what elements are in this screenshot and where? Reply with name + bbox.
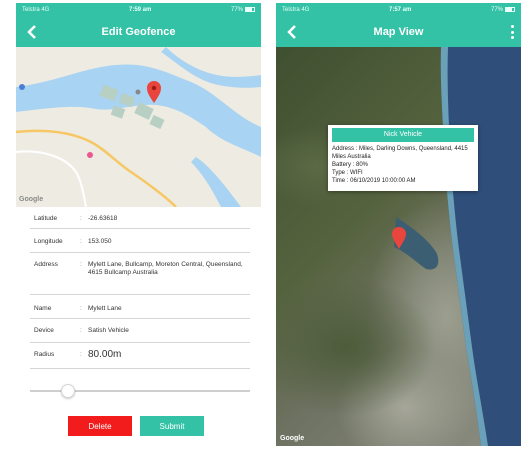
vehicle-time: Time : 06/10/2019 10:00:00 AM xyxy=(332,178,416,184)
radius-field[interactable]: 80.00m xyxy=(88,350,250,360)
status-bar: Telstra 4G 7:57 am 77% xyxy=(276,3,521,17)
vehicle-address: Address : Miles, Darling Downs, Queensla… xyxy=(332,146,468,160)
separator: : xyxy=(80,238,82,245)
map-view-screen: Telstra 4G 7:57 am 77% Map View Nick Veh… xyxy=(276,3,521,446)
page-title: Edit Geofence xyxy=(101,26,176,38)
address-row: Address : Mylett Lane, Bullcamp, Moreton… xyxy=(30,253,250,295)
back-arrow-icon[interactable] xyxy=(24,24,40,40)
address-label: Address xyxy=(34,261,58,268)
carrier-label: Telstra 4G xyxy=(282,7,310,13)
radius-label: Radius xyxy=(34,351,55,358)
device-label: Device xyxy=(34,327,54,334)
more-options-icon[interactable] xyxy=(511,25,515,39)
longitude-label: Longitude xyxy=(34,238,63,245)
battery-indicator: 77% xyxy=(230,6,255,14)
delete-button[interactable]: Delete xyxy=(68,416,132,436)
name-label: Name xyxy=(34,305,52,312)
separator: : xyxy=(80,215,82,222)
battery-percent: 77% xyxy=(230,7,243,14)
vehicle-type: Type : WIFI xyxy=(332,170,363,176)
back-arrow-icon[interactable] xyxy=(284,24,300,40)
map-drawing xyxy=(16,47,261,207)
page-title: Map View xyxy=(373,26,424,38)
google-logo: Google xyxy=(19,196,44,203)
status-time: 7:57 am xyxy=(388,7,412,13)
latitude-label: Latitude xyxy=(34,215,58,222)
slider-thumb[interactable] xyxy=(60,384,75,398)
separator: : xyxy=(80,305,82,312)
latitude-row: Latitude : -26.63618 xyxy=(30,209,250,229)
status-bar: Telstra 4G 7:59 am 77% xyxy=(16,3,261,17)
battery-icon xyxy=(505,6,515,12)
longitude-field[interactable]: 153.050 xyxy=(88,238,250,246)
separator: : xyxy=(80,327,82,334)
separator: : xyxy=(80,351,82,358)
radius-row: Radius : 80.00m xyxy=(30,343,250,369)
radius-slider[interactable] xyxy=(30,384,250,398)
longitude-row: Longitude : 153.050 xyxy=(30,229,250,253)
latitude-field[interactable]: -26.63618 xyxy=(88,215,250,223)
vehicle-marker-icon[interactable] xyxy=(392,227,406,249)
nav-bar: Map View xyxy=(276,17,521,47)
edit-geofence-screen: Telstra 4G 7:59 am 77% Edit Geofence Goo… xyxy=(16,3,261,446)
vehicle-info-window[interactable]: Nick Vehicle Address : Miles, Darling Do… xyxy=(328,125,478,191)
battery-indicator: 77% xyxy=(490,6,515,14)
battery-percent: 77% xyxy=(490,7,503,14)
carrier-label: Telstra 4G xyxy=(22,7,50,13)
name-field[interactable]: Mylett Lane xyxy=(88,305,250,313)
device-field[interactable]: Satish Vehicle xyxy=(88,327,250,335)
geofence-map[interactable]: Google xyxy=(16,47,261,207)
nav-bar: Edit Geofence xyxy=(16,17,261,47)
address-field[interactable]: Mylett Lane, Bullcamp, Moreton Central, … xyxy=(88,261,250,277)
satellite-map[interactable]: Nick Vehicle Address : Miles, Darling Do… xyxy=(276,47,521,446)
status-time: 7:59 am xyxy=(128,7,152,13)
device-row: Device : Satish Vehicle xyxy=(30,319,250,343)
vehicle-battery: Battery : 80% xyxy=(332,162,369,168)
geofence-form: Latitude : -26.63618 Longitude : 153.050… xyxy=(30,209,250,369)
google-logo: Google xyxy=(280,435,305,442)
name-row: Name : Mylett Lane xyxy=(30,295,250,319)
battery-icon xyxy=(245,6,255,12)
separator: : xyxy=(80,261,82,268)
vehicle-name: Nick Vehicle xyxy=(332,128,474,142)
submit-button[interactable]: Submit xyxy=(140,416,204,436)
